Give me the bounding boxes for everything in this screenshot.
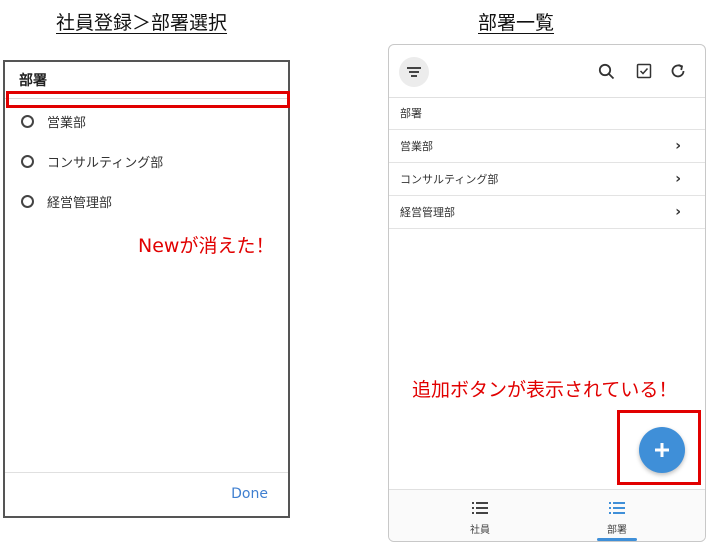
list-item-consulting[interactable]: コンサルティング部 › <box>389 163 705 196</box>
chevron-right-icon: › <box>675 204 681 220</box>
annotation-add-button-shown: 追加ボタンが表示されている！ <box>412 379 678 401</box>
nav-item-departments[interactable]: 部署 <box>577 500 657 536</box>
list-header-label: 部署 <box>400 107 422 120</box>
radio-option-label: 営業部 <box>47 115 87 131</box>
app-header <box>389 45 705 98</box>
list-header: 部署 <box>389 97 705 130</box>
annotation-new-removed: Newが消えた！ <box>138 235 275 257</box>
list-icon <box>472 502 488 514</box>
department-select-dialog: 部署 営業部 コンサルティング部 経営管理部 Done <box>3 60 290 518</box>
highlight-add-button <box>617 410 701 485</box>
radio-option-label: コンサルティング部 <box>47 155 164 171</box>
nav-item-employees[interactable]: 社員 <box>440 500 520 536</box>
nav-label: 社員 <box>470 525 490 536</box>
bottom-navigation: 社員 部署 <box>389 489 705 541</box>
nav-label: 部署 <box>607 525 627 536</box>
menu-icon[interactable] <box>399 57 429 87</box>
list-item-management[interactable]: 経営管理部 › <box>389 196 705 229</box>
list-icon <box>609 502 625 514</box>
search-icon[interactable] <box>596 61 616 81</box>
list-item-label: コンサルティング部 <box>400 173 499 186</box>
chevron-right-icon: › <box>675 138 681 154</box>
right-screen-caption: 部署一覧 <box>478 12 555 34</box>
radio-button-icon[interactable] <box>21 114 34 128</box>
chevron-right-icon: › <box>675 171 681 187</box>
active-tab-indicator <box>597 538 637 541</box>
list-item-label: 営業部 <box>400 140 433 153</box>
radio-button-icon[interactable] <box>21 194 34 208</box>
radio-option-sales[interactable]: 営業部 <box>21 110 86 132</box>
divider <box>5 472 288 473</box>
radio-option-consulting[interactable]: コンサルティング部 <box>21 150 163 172</box>
done-button[interactable]: Done <box>231 486 268 502</box>
highlight-removed-new-row <box>6 91 290 108</box>
dialog-title: 部署 <box>19 73 47 89</box>
checkbox-icon[interactable] <box>634 61 654 81</box>
radio-option-management[interactable]: 経営管理部 <box>21 190 112 212</box>
radio-option-label: 経営管理部 <box>47 195 113 211</box>
radio-button-icon[interactable] <box>21 154 34 168</box>
list-item-label: 経営管理部 <box>400 206 455 219</box>
list-item-sales[interactable]: 営業部 › <box>389 130 705 163</box>
refresh-icon[interactable] <box>668 61 688 81</box>
left-screen-caption: 社員登録＞部署選択 <box>56 12 228 34</box>
